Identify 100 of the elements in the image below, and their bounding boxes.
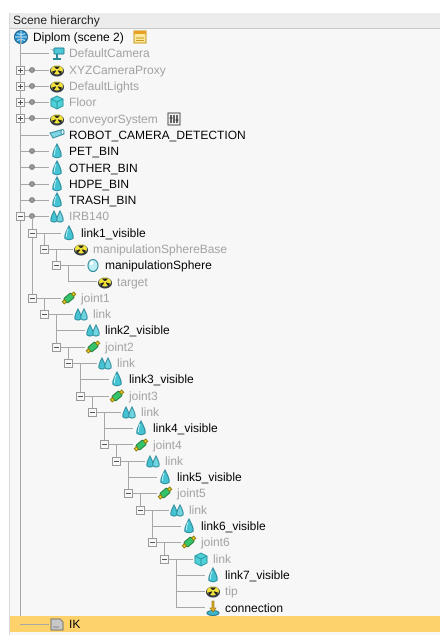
- tree-row[interactable]: link6_visible: [147, 518, 440, 534]
- tree-row[interactable]: link: [111, 452, 440, 470]
- item-label: ROBOT_CAMERA_DETECTION: [69, 126, 246, 143]
- tree-row[interactable]: link7_visible: [171, 566, 440, 584]
- cones-icon: [169, 502, 185, 518]
- tree-row[interactable]: TRASH_BIN: [15, 192, 440, 208]
- collapse-toggle[interactable]: [136, 506, 145, 515]
- cube-icon: [49, 94, 65, 110]
- tree-row[interactable]: link: [63, 354, 440, 372]
- collapse-toggle[interactable]: [124, 489, 133, 498]
- tree-row[interactable]: HDPE_BIN: [15, 176, 440, 192]
- item-label: tip: [225, 583, 238, 600]
- tree-row[interactable]: joint3: [75, 388, 440, 404]
- tree-row[interactable]: ROBOT_CAMERA_DETECTION: [15, 126, 440, 144]
- tree-row[interactable]: link4_visible: [99, 420, 440, 436]
- item-label: TRASH_BIN: [69, 192, 136, 208]
- tree-row[interactable]: tip: [171, 583, 440, 600]
- item-label: Floor: [69, 94, 96, 110]
- item-label: manipulationSphereBase: [93, 241, 228, 257]
- tree-row[interactable]: link: [159, 550, 440, 567]
- item-label: DefaultLights: [69, 78, 140, 94]
- tree-row[interactable]: joint1: [27, 290, 440, 306]
- item-label: link6_visible: [201, 518, 266, 534]
- collapse-toggle[interactable]: [160, 554, 169, 564]
- tree-row[interactable]: manipulationSphereBase: [39, 240, 440, 258]
- item-label: link3_visible: [129, 371, 194, 388]
- item-label: manipulationSphere: [105, 257, 212, 274]
- collapse-toggle[interactable]: [64, 358, 73, 368]
- tree-row[interactable]: link: [135, 502, 440, 518]
- tree-row[interactable]: OTHER_BIN: [15, 159, 440, 176]
- collapse-toggle[interactable]: [52, 342, 61, 352]
- tree-row[interactable]: Floor: [15, 94, 440, 110]
- cones-icon: [49, 208, 65, 224]
- tree-row[interactable]: target: [63, 273, 440, 290]
- item-label: link: [141, 404, 160, 420]
- expand-toggle[interactable]: [16, 114, 25, 124]
- item-label: target: [117, 274, 148, 290]
- collapse-toggle[interactable]: [28, 294, 37, 303]
- tree-row[interactable]: XYZCameraProxy: [15, 62, 440, 78]
- item-label: connection: [225, 600, 284, 616]
- tree-row[interactable]: IK: [10, 616, 440, 632]
- item-label: joint5: [177, 485, 206, 502]
- item-label: XYZCameraProxy: [69, 62, 166, 78]
- collapse-toggle[interactable]: [52, 261, 61, 270]
- item-label: link5_visible: [177, 469, 242, 486]
- collapse-toggle[interactable]: [100, 440, 109, 450]
- collapse-toggle[interactable]: [112, 456, 121, 466]
- item-label: joint2: [105, 338, 134, 355]
- tree-row[interactable]: link3_visible: [75, 371, 440, 388]
- collapse-toggle[interactable]: [16, 212, 25, 222]
- cones-icon: [73, 306, 89, 322]
- expand-toggle[interactable]: [16, 66, 25, 75]
- tree-row[interactable]: manipulationSphere: [51, 257, 440, 274]
- tree-row[interactable]: link: [39, 306, 440, 322]
- tree-row[interactable]: DefaultLights: [15, 78, 440, 94]
- item-label: IK: [69, 616, 80, 632]
- item-label: joint6: [201, 534, 230, 550]
- tree-row[interactable]: link2_visible: [51, 322, 440, 339]
- item-label: OTHER_BIN: [69, 160, 138, 176]
- collapse-toggle[interactable]: [40, 310, 49, 320]
- page-icon: [49, 616, 65, 632]
- camera-icon: [49, 45, 65, 62]
- tree-row[interactable]: Diplom (scene 2): [10, 29, 440, 46]
- cones-icon: [97, 355, 113, 372]
- tree-row[interactable]: DefaultCamera: [15, 45, 440, 62]
- tree-row[interactable]: IRB140: [15, 208, 440, 225]
- collapse-toggle[interactable]: [76, 392, 85, 401]
- tree-row[interactable]: connection: [171, 599, 440, 616]
- item-label: link7_visible: [225, 566, 290, 583]
- collapse-toggle[interactable]: [88, 408, 97, 417]
- item-label: PET_BIN: [69, 143, 120, 160]
- panel-title: Scene hierarchy: [10, 13, 440, 29]
- tree-row[interactable]: conveyorSystem: [15, 110, 440, 127]
- tree-row[interactable]: link5_visible: [123, 469, 440, 486]
- tree-row[interactable]: link: [87, 404, 440, 420]
- tree-row[interactable]: link1_visible: [27, 224, 440, 241]
- item-label: HDPE_BIN: [69, 176, 130, 192]
- collapse-toggle[interactable]: [148, 538, 157, 548]
- collapse-toggle[interactable]: [28, 228, 37, 238]
- tree-row[interactable]: joint5: [123, 485, 440, 502]
- item-label: link: [189, 502, 208, 518]
- expand-toggle[interactable]: [16, 98, 25, 108]
- egg-icon: [85, 257, 101, 274]
- expand-toggle[interactable]: [16, 82, 25, 91]
- cones-icon: [145, 452, 161, 469]
- item-label: joint3: [129, 388, 158, 404]
- item-label: link: [213, 550, 232, 567]
- item-label: link: [93, 306, 112, 322]
- arrow-disc-icon: [205, 600, 221, 616]
- tree-row[interactable]: joint2: [51, 338, 440, 355]
- item-label: link: [165, 452, 184, 469]
- item-label: IRB140: [69, 208, 110, 224]
- tree-row[interactable]: joint4: [99, 436, 440, 453]
- item-label: DefaultCamera: [69, 45, 150, 62]
- collapse-toggle[interactable]: [40, 244, 49, 254]
- cones-icon: [121, 404, 137, 420]
- tree-row[interactable]: PET_BIN: [15, 143, 440, 160]
- cones-icon: [85, 322, 101, 338]
- tree-row[interactable]: joint6: [147, 534, 440, 550]
- item-label: conveyorSystem: [69, 110, 158, 127]
